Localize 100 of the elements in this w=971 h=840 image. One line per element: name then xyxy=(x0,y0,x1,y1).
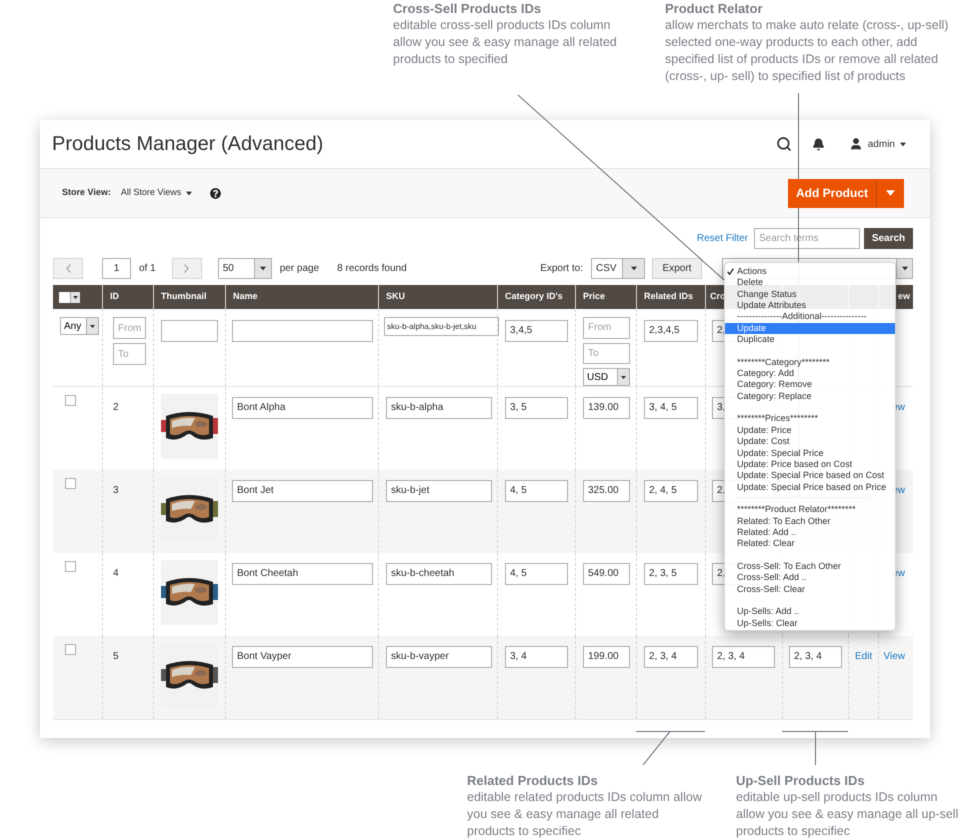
price-to-field[interactable]: To xyxy=(583,342,630,364)
column-header[interactable]: Name xyxy=(233,290,258,304)
menu-item[interactable]: Cross-Sell: Add .. xyxy=(725,572,895,584)
related-ids-field[interactable]: 2, 3, 5 xyxy=(644,562,698,584)
menu-item[interactable]: Related: Clear xyxy=(725,538,895,550)
category-ids-field[interactable]: 4, 5 xyxy=(505,480,568,502)
annotation-text: allow merchats to make auto relate (cross-, up-sell) selected one-way products to each other, add specified list of products IDs or remove all related (cross-, up- sell) to specified list of products xyxy=(665,17,950,85)
category-ids-field[interactable]: 3, 4 xyxy=(505,646,568,668)
menu-item[interactable]: Update: Special Price based on Price xyxy=(725,482,895,493)
row-checkbox[interactable] xyxy=(65,395,76,406)
menu-item[interactable]: Delete xyxy=(725,277,895,289)
up-sell-ids-field[interactable]: 2, 3, 4 xyxy=(789,646,842,668)
column-header[interactable]: Related IDs xyxy=(644,290,694,304)
add-product-button[interactable]: Add Product xyxy=(788,178,904,208)
row-checkbox[interactable] xyxy=(65,561,76,572)
sku-filter-field[interactable]: sku-b-alpha,sku-b-jet,sku xyxy=(384,317,499,336)
bell-icon[interactable] xyxy=(812,138,825,150)
menu-item[interactable]: Update xyxy=(725,322,895,334)
name-filter-field[interactable] xyxy=(232,320,373,342)
menu-group-label: ********Prices******** xyxy=(736,413,820,425)
thumbnail-filter-field[interactable] xyxy=(161,320,218,342)
annotation-text: editable related products IDs column allow you see & easy manage all related products to specifiec xyxy=(467,789,703,840)
reset-filter-link[interactable]: Reset Filter xyxy=(696,231,748,246)
search-icon[interactable] xyxy=(776,136,792,152)
caret-icon xyxy=(90,324,95,328)
check-icon xyxy=(727,268,734,276)
menu-item[interactable]: Up-Sells: Clear xyxy=(725,618,895,629)
menu-group-label: ********Product Relator******** xyxy=(736,504,857,516)
column-header[interactable]: ew xyxy=(898,290,910,304)
name-field[interactable]: Bont Alpha xyxy=(232,396,373,418)
menu-item[interactable]: Update: Special Price based on Cost xyxy=(725,470,895,482)
price-field[interactable]: 325.00 xyxy=(583,480,630,502)
menu-item[interactable]: Cross-Sell: Clear xyxy=(725,584,895,595)
name-field[interactable]: Bont Vayper xyxy=(232,646,373,668)
previous-page-button[interactable] xyxy=(53,258,83,279)
per-page-label: per page xyxy=(280,262,320,276)
page-field[interactable]: 1 xyxy=(102,258,131,279)
cross-sell-ids-field[interactable]: 2, 3, 4 xyxy=(712,646,775,668)
menu-item[interactable]: Change Status xyxy=(725,288,895,300)
page-count: of 1 xyxy=(139,262,156,276)
annotation-text: editable cross-sell products IDs column allow you see & easy manage all related products to specified xyxy=(393,17,618,68)
chevron-left-icon xyxy=(66,264,70,273)
sku-field[interactable]: sku-b-alpha xyxy=(386,396,492,418)
id-to-field[interactable]: To xyxy=(113,343,146,365)
related-ids-field[interactable]: 3, 4, 5 xyxy=(644,396,698,418)
id-from-field[interactable]: From xyxy=(113,317,146,339)
currency-select[interactable]: USD xyxy=(583,368,630,386)
menu-item[interactable]: Duplicate xyxy=(725,334,895,346)
row-checkbox[interactable] xyxy=(65,644,76,655)
search-button[interactable]: Search xyxy=(864,228,913,249)
caret-icon xyxy=(186,190,192,196)
per-page-select[interactable]: 50 xyxy=(218,258,272,279)
menu-item[interactable]: Update: Cost xyxy=(725,436,895,448)
sku-field[interactable]: sku-b-vayper xyxy=(386,646,492,668)
caret-icon xyxy=(886,190,895,196)
menu-item[interactable]: Up-Sells: Add .. xyxy=(725,606,895,618)
user-icon[interactable] xyxy=(848,137,863,151)
help-icon[interactable] xyxy=(210,188,222,198)
id-cell: 4 xyxy=(113,568,119,579)
menu-item[interactable]: Category: Remove xyxy=(725,379,895,391)
category-filter-field[interactable]: 3,4,5 xyxy=(505,320,568,342)
related-ids-field[interactable]: 2, 4, 5 xyxy=(644,480,698,502)
menu-item[interactable]: Related: Add .. xyxy=(725,526,895,538)
column-header[interactable]: Category ID's xyxy=(505,290,563,304)
price-field[interactable]: 199.00 xyxy=(583,646,630,668)
menu-item[interactable]: Cross-Sell: To Each Other xyxy=(725,560,895,572)
category-ids-field[interactable]: 4, 5 xyxy=(505,562,568,584)
menu-item[interactable]: Update Attributes xyxy=(725,300,895,312)
related-ids-field[interactable]: 2, 3, 4 xyxy=(644,646,698,668)
export-format-select[interactable]: CSV xyxy=(591,258,645,279)
menu-item[interactable]: Category: Replace xyxy=(725,390,895,402)
column-header[interactable]: ID xyxy=(110,290,119,304)
sku-field[interactable]: sku-b-jet xyxy=(386,480,492,502)
row-checkbox[interactable] xyxy=(65,478,76,489)
column-header[interactable]: Thumbnail xyxy=(161,290,206,304)
column-header[interactable]: SKU xyxy=(386,290,406,304)
export-button[interactable]: Export xyxy=(652,258,702,279)
price-field[interactable]: 139.00 xyxy=(583,396,630,418)
export-label: Export to: xyxy=(540,262,583,276)
related-filter-field[interactable]: 2,3,4,5 xyxy=(644,320,698,342)
next-page-button[interactable] xyxy=(172,258,202,279)
column-header[interactable]: Price xyxy=(583,290,606,304)
price-from-field[interactable]: From xyxy=(583,317,630,339)
menu-item[interactable]: Update: Price xyxy=(725,424,895,436)
user-name[interactable]: admin xyxy=(868,136,895,152)
category-ids-field[interactable]: 3, 5 xyxy=(505,396,568,418)
menu-item[interactable]: Update: Special Price xyxy=(725,448,895,459)
status-filter-select[interactable]: Any xyxy=(60,317,99,335)
view-link[interactable]: View xyxy=(884,651,905,662)
sku-field[interactable]: sku-b-cheetah xyxy=(386,562,492,584)
price-field[interactable]: 549.00 xyxy=(583,562,630,584)
menu-item[interactable]: Actions xyxy=(725,266,895,278)
store-view-select[interactable]: All Store Views xyxy=(120,186,192,200)
name-field[interactable]: Bont Jet xyxy=(232,480,373,502)
edit-link[interactable]: Edit xyxy=(855,651,872,662)
name-field[interactable]: Bont Cheetah xyxy=(232,562,373,584)
menu-item[interactable]: Related: To Each Other xyxy=(725,516,895,527)
menu-item[interactable]: Update: Price based on Cost xyxy=(725,458,895,470)
annotation-title: Product Relator xyxy=(665,0,764,17)
menu-item[interactable]: Category: Add xyxy=(725,368,895,380)
